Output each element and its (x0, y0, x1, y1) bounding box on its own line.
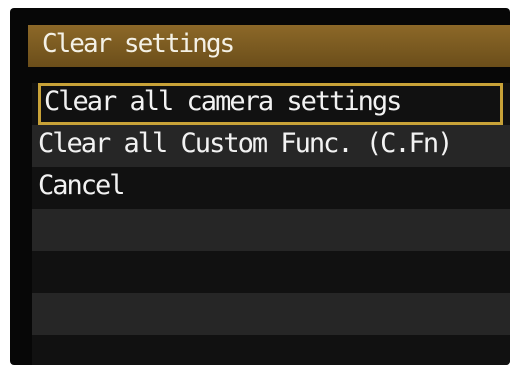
empty-row (32, 251, 510, 293)
menu-item-label: Cancel (38, 170, 126, 201)
empty-row (32, 209, 510, 251)
menu-item-clear-all-camera-settings[interactable]: Clear all camera settings (32, 83, 510, 125)
menu-list: Clear all camera settings Clear all Cust… (32, 83, 510, 365)
empty-row (32, 335, 510, 365)
camera-lcd-screen: Clear settings Clear all camera settings… (10, 8, 510, 365)
menu-item-label: Clear all camera settings (44, 86, 402, 117)
menu-item-label: Clear all Custom Func. (C.Fn) (38, 128, 453, 159)
menu-title-bar: Clear settings (28, 25, 510, 67)
menu-item-clear-all-custom-func[interactable]: Clear all Custom Func. (C.Fn) (32, 125, 510, 167)
menu-title: Clear settings (42, 29, 235, 59)
menu-item-cancel[interactable]: Cancel (32, 167, 510, 209)
empty-row (32, 293, 510, 335)
